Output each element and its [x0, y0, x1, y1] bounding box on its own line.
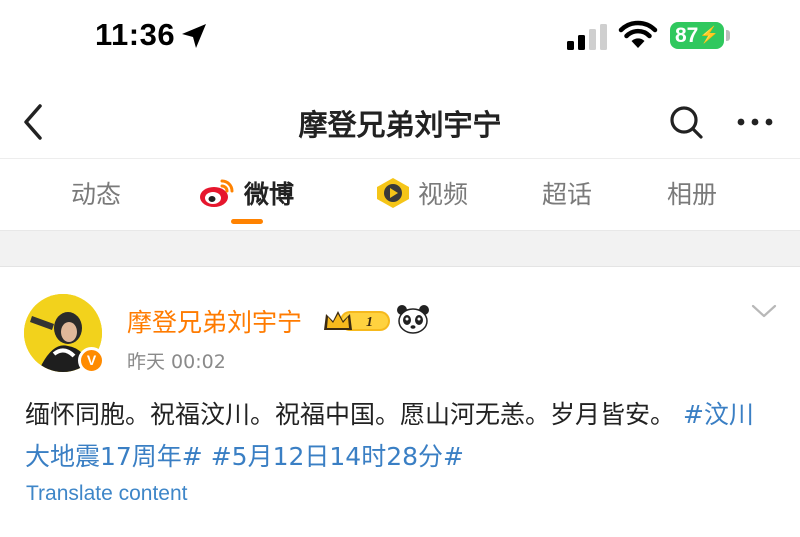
battery-tip — [726, 30, 730, 41]
hashtag-link[interactable]: #5月12日14时28分# — [211, 442, 464, 471]
profile-tabs: 动态 微博 视频 超话 相册 — [0, 160, 800, 230]
post-text: 缅怀同胞。祝福汶川。祝福中国。愿山河无恙。岁月皆安。 — [25, 400, 676, 429]
wifi-icon — [618, 20, 658, 48]
status-time: 11:36 — [95, 17, 176, 52]
tab-supertopic[interactable]: 超话 — [542, 176, 592, 210]
tab-label: 超话 — [542, 180, 593, 209]
post-time: 昨天 00:02 — [127, 351, 226, 373]
tab-weibo[interactable]: 微博 — [198, 176, 294, 210]
location-arrow-icon — [182, 24, 206, 48]
search-icon[interactable] — [668, 104, 704, 140]
tab-album[interactable]: 相册 — [667, 176, 717, 210]
tab-label: 动态 — [71, 180, 122, 209]
tab-label: 相册 — [667, 180, 718, 209]
tab-label: 微博 — [244, 180, 295, 209]
charging-bolt-icon: ⚡ — [699, 27, 720, 44]
signal-icon — [567, 24, 607, 50]
weibo-logo-icon — [200, 179, 234, 207]
post-author[interactable]: 摩登兄弟刘宇宁 — [127, 303, 302, 339]
video-play-icon — [377, 178, 409, 208]
crown-badge-icon[interactable]: 1 — [322, 306, 394, 336]
back-chevron-icon[interactable] — [18, 100, 48, 144]
battery-level: 87 — [675, 24, 699, 47]
verified-v-icon: V — [78, 347, 105, 374]
tab-dynamics[interactable]: 动态 — [71, 176, 121, 210]
status-bar: 11:36 87⚡ — [0, 0, 800, 70]
section-divider — [0, 230, 800, 267]
active-tab-indicator — [231, 219, 263, 224]
panda-icon — [397, 305, 429, 334]
nav-divider — [0, 158, 800, 159]
level-badge-text: 1 — [366, 315, 373, 330]
more-icon[interactable] — [736, 110, 774, 134]
nav-bar: 摩登兄弟刘宇宁 — [0, 90, 800, 152]
tab-label: 视频 — [418, 180, 469, 209]
post-content: 缅怀同胞。祝福汶川。祝福中国。愿山河无恙。岁月皆安。 #汶川大地震17周年# #… — [25, 394, 765, 478]
tab-video[interactable]: 视频 — [374, 176, 468, 210]
chevron-down-icon[interactable] — [750, 302, 778, 320]
battery-icon: 87⚡ — [670, 22, 724, 49]
translate-link[interactable]: Translate content — [26, 482, 187, 506]
